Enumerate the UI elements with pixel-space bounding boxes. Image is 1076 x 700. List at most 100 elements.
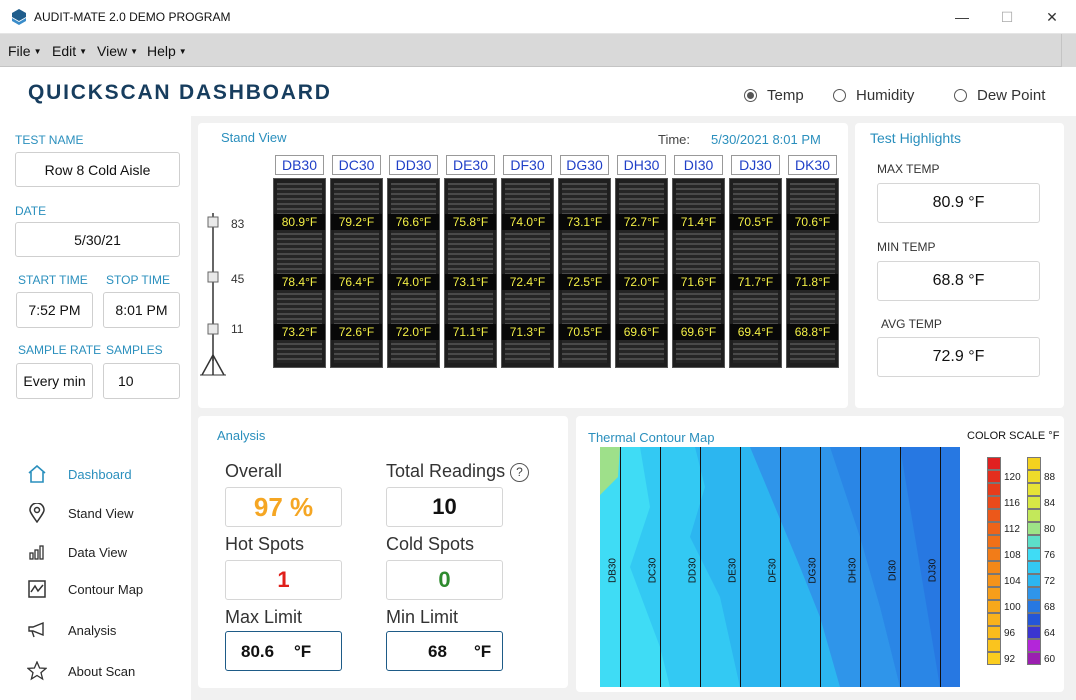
rack[interactable]: 73.1°F 72.5°F 70.5°F	[558, 178, 611, 368]
megaphone-icon	[26, 620, 48, 640]
rack-label[interactable]: DD30	[389, 155, 438, 175]
rack-label[interactable]: DJ30	[731, 155, 780, 175]
max-limit-field[interactable]: 80.6 °F	[225, 631, 342, 671]
home-icon	[26, 464, 48, 484]
rack-label[interactable]: DG30	[560, 155, 609, 175]
rack-temp-top: 73.1°F	[559, 214, 610, 230]
scale-label: 100	[1004, 602, 1021, 613]
close-button[interactable]: ✕	[1029, 0, 1075, 34]
scale-cell	[987, 535, 1001, 548]
scale-label: 60	[1044, 654, 1056, 665]
rack-label[interactable]: DK30	[788, 155, 837, 175]
contour-column-line	[860, 447, 861, 687]
line-chart-icon	[26, 579, 48, 599]
scale-cell	[1027, 483, 1041, 496]
contour-column-line	[900, 447, 901, 687]
samples-field[interactable]: 10	[103, 363, 180, 399]
test-name-field[interactable]: Row 8 Cold Aisle	[15, 152, 180, 187]
rack[interactable]: 71.4°F 71.6°F 69.6°F	[672, 178, 725, 368]
total-readings-value: 10	[386, 487, 503, 527]
cold-spots-label: Cold Spots	[386, 534, 475, 554]
scale-cell	[1027, 509, 1041, 522]
star-icon	[26, 661, 48, 681]
radio-humidity-indicator[interactable]	[833, 89, 846, 102]
sample-rate-field[interactable]: Every min	[16, 363, 93, 399]
stand-view-title: Stand View	[221, 130, 287, 145]
hot-spots-label: Hot Spots	[225, 534, 305, 554]
menu-help[interactable]: Help ▼	[147, 43, 187, 59]
rack[interactable]: 79.2°F 76.4°F 72.6°F	[330, 178, 383, 368]
menu-view[interactable]: View ▼	[97, 43, 138, 59]
rack-temp-mid: 72.4°F	[502, 274, 553, 290]
rack-temp-bottom: 68.8°F	[787, 324, 838, 340]
rack-label[interactable]: DF30	[503, 155, 552, 175]
scrollbar[interactable]	[1061, 34, 1076, 67]
scale-cell	[1027, 600, 1041, 613]
minimize-button[interactable]: —	[939, 0, 985, 34]
rack[interactable]: 70.6°F 71.8°F 68.8°F	[786, 178, 839, 368]
rack-temp-mid: 76.4°F	[331, 274, 382, 290]
rack[interactable]: 70.5°F 71.7°F 69.4°F	[729, 178, 782, 368]
total-readings-label: Total Readings	[386, 461, 506, 481]
rack[interactable]: 74.0°F 72.4°F 71.3°F	[501, 178, 554, 368]
rack-label[interactable]: DH30	[617, 155, 666, 175]
menu-edit[interactable]: Edit ▼	[52, 43, 87, 59]
help-icon[interactable]: ?	[510, 463, 529, 482]
radio-humidity[interactable]: Humidity	[833, 87, 914, 104]
rack-label[interactable]: DE30	[446, 155, 495, 175]
scale-cell	[987, 561, 1001, 574]
menu-file[interactable]: File ▼	[8, 43, 41, 59]
scale-label: 68	[1044, 602, 1056, 613]
rack-temp-bottom: 69.6°F	[673, 324, 724, 340]
rack-temp-mid: 71.8°F	[787, 274, 838, 290]
nav-stand-view[interactable]: Stand View	[26, 503, 134, 523]
window-title: AUDIT-MATE 2.0 DEMO PROGRAM	[34, 10, 231, 24]
scale-cell	[1027, 548, 1041, 561]
start-time-field[interactable]: 7:52 PM	[16, 292, 93, 328]
height-label-mid: 45	[231, 272, 245, 286]
max-limit-label: Max Limit	[225, 607, 303, 627]
date-label: DATE	[15, 204, 47, 218]
scale-cell	[1027, 470, 1041, 483]
rack-temp-top: 72.7°F	[616, 214, 667, 230]
nav-data-view[interactable]: Data View	[26, 542, 127, 562]
nav-about-scan[interactable]: About Scan	[26, 661, 135, 681]
scale-cell	[1027, 535, 1041, 548]
contour-column-label: DF30	[767, 558, 779, 583]
bar-chart-icon	[26, 542, 48, 562]
contour-column-line	[700, 447, 701, 687]
rack[interactable]: 80.9°F 78.4°F 73.2°F	[273, 178, 326, 368]
rack-label[interactable]: DI30	[674, 155, 723, 175]
min-limit-field[interactable]: 68 °F	[386, 631, 503, 671]
stop-time-field[interactable]: 8:01 PM	[103, 292, 180, 328]
rack-label[interactable]: DC30	[332, 155, 381, 175]
scale-cell	[987, 587, 1001, 600]
avg-temp-value: 72.9 °F	[877, 337, 1040, 377]
radio-temp-indicator[interactable]	[744, 89, 757, 102]
rack[interactable]: 75.8°F 73.1°F 71.1°F	[444, 178, 497, 368]
nav-contour-map[interactable]: Contour Map	[26, 579, 143, 599]
contour-map-title: Thermal Contour Map	[588, 430, 715, 445]
rack-label[interactable]: DB30	[275, 155, 324, 175]
contour-column-label: DB30	[607, 558, 619, 584]
rack-temp-mid: 71.7°F	[730, 274, 781, 290]
radio-dew-point-indicator[interactable]	[954, 89, 967, 102]
nav-dashboard[interactable]: Dashboard	[26, 464, 132, 484]
maximize-button[interactable]: ☐	[984, 0, 1030, 34]
rack[interactable]: 76.6°F 74.0°F 72.0°F	[387, 178, 440, 368]
rack-temp-bottom: 69.6°F	[616, 324, 667, 340]
color-scale: 120 116 112 108 104 100 96 92 88 84 80 7…	[980, 452, 1060, 672]
rack-temp-top: 80.9°F	[274, 214, 325, 230]
rack[interactable]: 72.7°F 72.0°F 69.6°F	[615, 178, 668, 368]
rack-temp-mid: 74.0°F	[388, 274, 439, 290]
scale-cell	[987, 626, 1001, 639]
location-pin-icon	[26, 503, 48, 523]
radio-dew-point[interactable]: Dew Point	[954, 87, 1045, 104]
rack-temp-mid: 72.5°F	[559, 274, 610, 290]
date-field[interactable]: 5/30/21	[15, 222, 180, 257]
scale-cell	[1027, 587, 1041, 600]
scale-label: 76	[1044, 550, 1056, 561]
radio-temp[interactable]: Temp	[744, 87, 804, 104]
scale-cell	[1027, 522, 1041, 535]
nav-analysis[interactable]: Analysis	[26, 620, 116, 640]
